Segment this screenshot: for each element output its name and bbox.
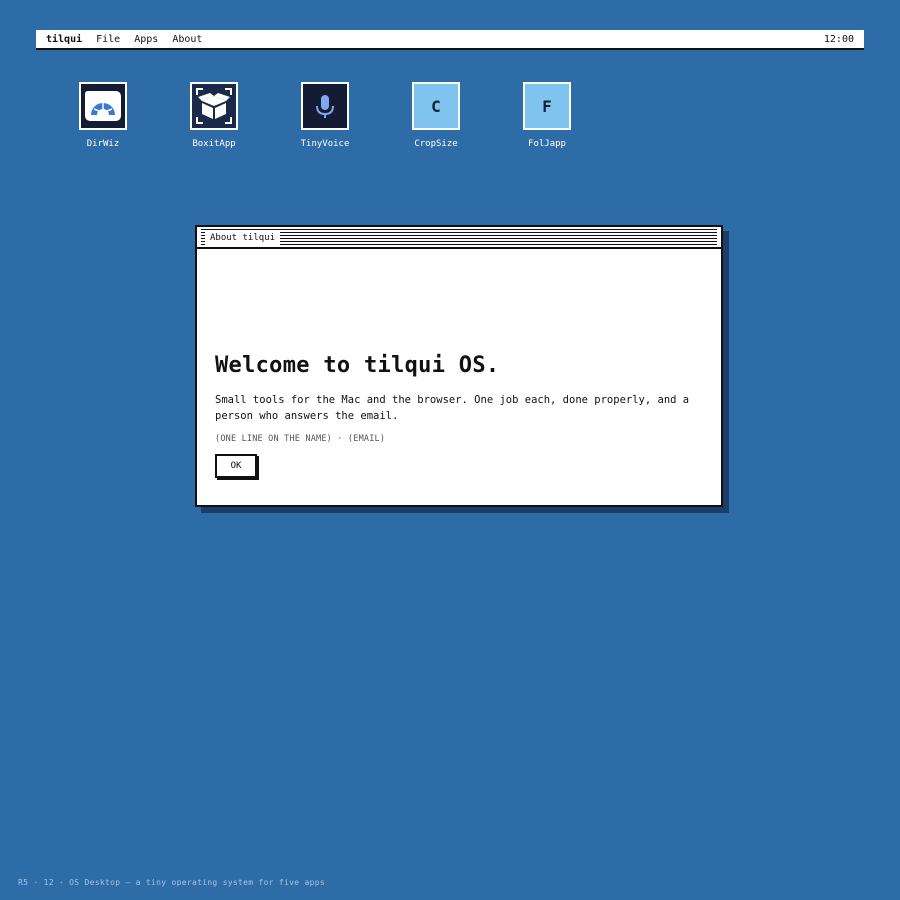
desktop-icon-tinyvoice[interactable]: TinyVoice <box>285 82 365 149</box>
icon-letter: C <box>431 96 441 116</box>
footer-caption: R5 · 12 · OS Desktop — a tiny operating … <box>18 878 325 887</box>
letter-f-icon: F <box>523 82 571 130</box>
letter-c-icon: C <box>412 82 460 130</box>
menu-clock: 12:00 <box>823 33 854 45</box>
desktop-icon-label: BoxitApp <box>192 139 236 149</box>
desktop-icon-label: TinyVoice <box>300 139 350 149</box>
about-window: About tilqui Welcome to tilqui OS. Small… <box>195 225 723 507</box>
menu-apps[interactable]: Apps <box>134 34 158 45</box>
desktop-icon-boxitapp[interactable]: BoxitApp <box>174 82 254 149</box>
icon-letter: F <box>542 96 552 116</box>
welcome-description: Small tools for the Mac and the browser.… <box>215 394 690 422</box>
microphone-icon <box>301 82 349 130</box>
menu-bar: tilqui File Apps About 12:00 <box>36 30 864 50</box>
window-titlebar[interactable]: About tilqui <box>197 227 721 249</box>
ok-button[interactable]: OK <box>215 454 257 478</box>
desktop-icon-label: DirWiz <box>86 139 120 149</box>
window-title: About tilqui <box>205 231 281 245</box>
menu-brand[interactable]: tilqui <box>46 34 82 45</box>
menu-about[interactable]: About <box>172 34 202 45</box>
gauge-folder-icon <box>79 82 127 130</box>
contact-line: (ONE LINE ON THE NAME) · (EMAIL) <box>215 434 386 444</box>
desktop-icon-foljapp[interactable]: F FolJapp <box>507 82 587 149</box>
desktop-icon-label: FolJapp <box>528 139 566 149</box>
desktop-icon-cropsize[interactable]: C CropSize <box>396 82 476 149</box>
box-icon <box>190 82 238 130</box>
desktop-icon-label: CropSize <box>414 139 458 149</box>
welcome-headline: Welcome to tilqui OS. <box>215 353 500 378</box>
window-content: Welcome to tilqui OS. Small tools for th… <box>197 249 721 478</box>
desktop-icon-dirwiz[interactable]: DirWiz <box>63 82 143 149</box>
menu-file[interactable]: File <box>96 34 120 45</box>
